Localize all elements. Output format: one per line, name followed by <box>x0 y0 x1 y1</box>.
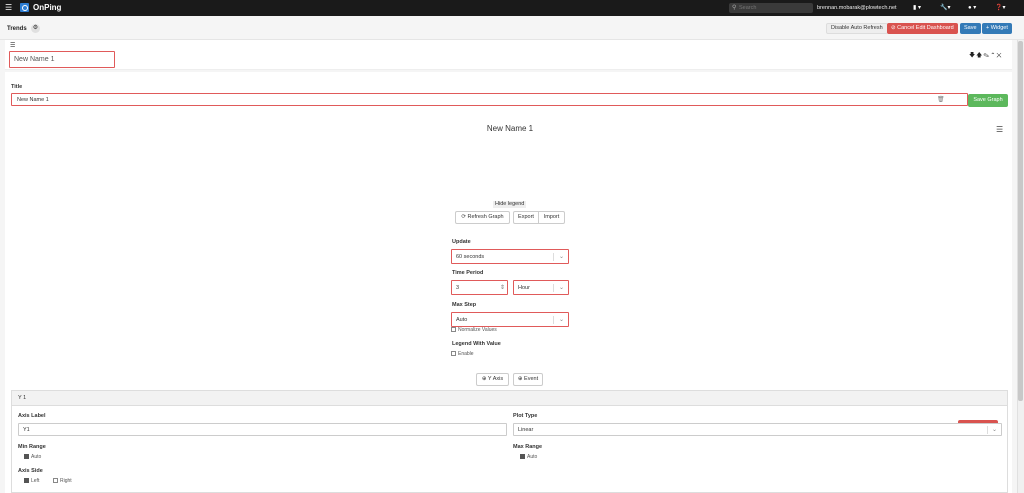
user-email: brennan.mobarak@plowtech.net <box>817 5 897 11</box>
plot-type-label: Plot Type <box>513 413 538 419</box>
widget-name-input[interactable] <box>9 51 115 68</box>
menu-icon[interactable]: ☰ <box>5 4 12 12</box>
bookmark-icon[interactable]: ▮ ▾ <box>913 3 921 13</box>
cancel-edit-label: Cancel Edit Dashboard <box>897 25 954 31</box>
min-range-label: Min Range <box>18 444 46 450</box>
axis-side-left-checkbox[interactable]: Left <box>24 478 39 485</box>
question-icon[interactable]: ❓▾ <box>995 3 1005 13</box>
checkbox-box[interactable] <box>451 327 456 332</box>
refresh-graph-button[interactable]: ⟳ Refresh Graph <box>455 211 510 224</box>
checkbox-box[interactable] <box>53 478 58 483</box>
search-icon: ⚲ <box>732 5 737 11</box>
time-unit-value: Hour <box>518 285 530 291</box>
max-range-auto-checkbox[interactable]: Auto <box>520 454 537 461</box>
max-range-label: Max Range <box>513 444 543 450</box>
axis-label-label: Axis Label <box>18 413 46 419</box>
y-axis-header-label: Y 1 <box>18 395 27 401</box>
plot-type-select[interactable]: Linear ⌄ <box>513 423 1002 436</box>
time-period-value: 3 <box>456 285 460 291</box>
delete-axis-button[interactable] <box>958 420 998 423</box>
dashboard-toolbar: Trends ⚙ Disable Auto Refresh ⊘ Cancel E… <box>0 16 1024 40</box>
y-axis-section: Y 1 Axis Label Plot Type Linear ⌄ Min Ra… <box>11 390 1008 493</box>
page-title: Trends <box>7 26 27 32</box>
add-widget-button[interactable]: + Widget <box>982 23 1012 34</box>
import-button[interactable]: Import <box>538 211 565 224</box>
update-label: Update <box>452 239 471 245</box>
select-divider <box>553 316 554 324</box>
wrench-icon[interactable]: 🔧▾ <box>940 3 950 13</box>
checkbox-box[interactable] <box>24 454 29 459</box>
hide-legend-toggle[interactable]: Hide legend <box>493 201 527 208</box>
trash-icon[interactable]: 🗑 <box>937 97 945 103</box>
max-step-value: Auto <box>456 317 468 323</box>
plot-type-value: Linear <box>518 427 534 433</box>
axis-side-label: Axis Side <box>18 468 43 474</box>
page-scrollbar-thumb[interactable] <box>1018 41 1023 401</box>
disable-auto-refresh-button[interactable]: Disable Auto Refresh <box>826 23 888 34</box>
top-navbar: ☰ OnPing ⚲ brennan.mobarak@plowtech.net … <box>0 0 1024 16</box>
brand-name[interactable]: OnPing <box>33 3 61 13</box>
normalize-values-checkbox[interactable]: Normalize Values <box>451 327 497 334</box>
left-label: Left <box>31 478 40 484</box>
y-axis-label: Y Axis <box>487 376 504 382</box>
max-step-select[interactable]: Auto ⌄ <box>451 312 569 327</box>
select-divider <box>553 253 554 261</box>
title-input[interactable] <box>11 93 968 106</box>
event-label: Event <box>524 376 539 382</box>
widget-header-card: ☰ 🡇🡅✎⌃✕ <box>5 40 1012 70</box>
select-divider <box>987 426 988 434</box>
widget-controls: 🡇🡅✎⌃✕ <box>969 52 1003 60</box>
cancel-edit-dashboard-button[interactable]: ⊘ Cancel Edit Dashboard <box>887 23 958 34</box>
right-label: Right <box>60 478 72 484</box>
add-event-button[interactable]: ⊕ Event <box>513 373 543 386</box>
onping-logo-icon[interactable] <box>20 3 29 12</box>
axis-label-input[interactable] <box>18 423 507 436</box>
update-select[interactable]: 60 seconds ⌄ <box>451 249 569 264</box>
drag-handle-icon[interactable]: ☰ <box>10 43 15 49</box>
select-divider <box>553 284 554 292</box>
y-axis-section-header[interactable]: Y 1 <box>12 391 1007 406</box>
chevron-down-icon: ⌄ <box>558 317 564 323</box>
enable-label: Enable <box>458 351 474 357</box>
update-value: 60 seconds <box>456 254 485 260</box>
time-unit-select[interactable]: Hour ⌄ <box>513 280 569 295</box>
add-widget-label: Widget <box>990 25 1008 31</box>
chevron-down-icon: ⌄ <box>558 285 564 291</box>
save-button[interactable]: Save <box>960 23 981 34</box>
min-range-auto-checkbox[interactable]: Auto <box>24 454 41 461</box>
add-y-axis-button[interactable]: ⊕ Y Axis <box>476 373 509 386</box>
stepper-icon[interactable]: ⇕ <box>500 284 505 292</box>
chevron-down-icon: ⌄ <box>558 254 564 260</box>
refresh-graph-label: Refresh Graph <box>467 214 504 220</box>
legend-with-value-label: Legend With Value <box>452 341 501 347</box>
user-icon[interactable]: ● ▾ <box>968 3 976 13</box>
graph-editor-panel: Title 🗑 Save Graph New Name 1 ☰ Hide leg… <box>5 72 1012 493</box>
save-graph-button[interactable]: Save Graph <box>968 94 1008 107</box>
gear-icon[interactable]: ⚙ <box>31 24 40 33</box>
axis-side-right-checkbox[interactable]: Right <box>53 478 72 485</box>
title-label: Title <box>11 84 23 90</box>
chevron-down-icon: ⌄ <box>991 427 997 433</box>
chart-title: New Name 1 <box>486 124 534 133</box>
checkbox-box[interactable] <box>24 478 29 483</box>
checkbox-box[interactable] <box>451 351 456 356</box>
max-auto-label: Auto <box>527 454 538 460</box>
min-auto-label: Auto <box>31 454 42 460</box>
checkbox-box[interactable] <box>520 454 525 459</box>
export-button[interactable]: Export <box>513 211 539 224</box>
enable-checkbox[interactable]: Enable <box>451 351 474 358</box>
chart-menu-icon[interactable]: ☰ <box>996 126 1003 134</box>
close-icon[interactable]: ✕ <box>996 53 1002 59</box>
time-period-label: Time Period <box>452 270 484 276</box>
normalize-values-label: Normalize Values <box>458 327 497 333</box>
search-box[interactable]: ⚲ <box>729 3 813 13</box>
max-step-label: Max Step <box>452 302 477 308</box>
time-period-input[interactable]: 3 ⇕ <box>451 280 508 295</box>
search-input[interactable] <box>739 4 809 12</box>
